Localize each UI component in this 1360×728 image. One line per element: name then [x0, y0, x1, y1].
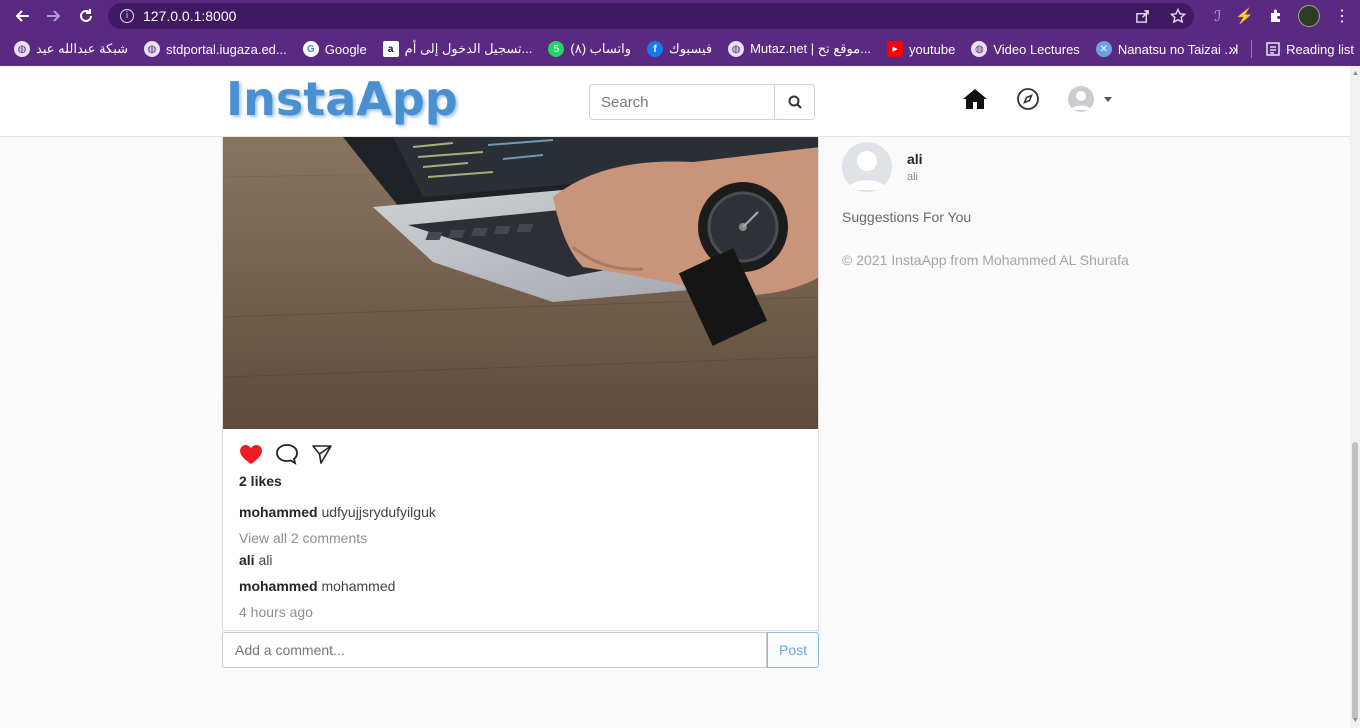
caption-username[interactable]: mohammed — [239, 504, 318, 520]
sidebar-profile[interactable]: ali ali — [842, 142, 923, 192]
suggestions-heading: Suggestions For You — [842, 209, 972, 225]
bookmark-item[interactable]: 5 (٨) واتساب — [540, 35, 639, 63]
bookmark-item[interactable]: ▶ youtube — [879, 35, 963, 63]
menu-dots-icon[interactable]: ⋮ — [1334, 6, 1350, 26]
arrow-left-icon — [15, 10, 29, 22]
reload-button[interactable] — [70, 0, 102, 32]
view-comments-link[interactable]: View all 2 comments — [239, 530, 367, 546]
post-image[interactable] — [222, 137, 819, 429]
search-icon — [788, 95, 802, 109]
bookmark-item[interactable]: ◍ Video Lectures — [963, 35, 1088, 63]
comment-item: ali ali — [239, 552, 272, 568]
back-button[interactable] — [6, 0, 38, 32]
reading-list-icon — [1266, 42, 1280, 56]
comment-form: Post — [222, 632, 819, 668]
scroll-up-icon[interactable]: ▲ — [1352, 70, 1359, 77]
google-icon: G — [302, 41, 319, 57]
amazon-icon: a — [382, 41, 399, 57]
bookmarks-bar: ◍ شبكة عبدالله عيد ◍ stdportal.iugaza.ed… — [0, 32, 1360, 66]
sidebar-handle: ali — [907, 171, 919, 183]
bookmark-item[interactable]: f فيسبوك — [639, 35, 720, 63]
post-comment-button[interactable]: Post — [767, 632, 819, 668]
bookmark-item[interactable]: G Google — [295, 35, 375, 63]
search-form — [589, 84, 815, 120]
divider — [1251, 40, 1253, 58]
reload-icon — [80, 9, 92, 22]
chevron-down-icon — [1104, 96, 1112, 102]
share-icon[interactable] — [1135, 9, 1150, 24]
user-icon — [847, 151, 887, 190]
post-timestamp: 4 hours ago — [239, 604, 313, 620]
extension-icon[interactable]: ℐ — [1214, 7, 1221, 25]
globe-icon: ◍ — [144, 41, 161, 57]
scroll-down-icon[interactable]: ▼ — [1352, 717, 1359, 724]
bookmark-item[interactable]: ✕ Nanatsu no Taizai ...l — [1088, 35, 1246, 63]
browser-toolbar: i 127.0.0.1:8000 ℐ ⚡ ⋮ — [0, 0, 1360, 32]
globe-icon: ◍ — [971, 41, 988, 57]
heart-icon[interactable] — [239, 443, 263, 465]
post-caption: mohammed udfyujjsrydufyilguk — [239, 504, 436, 520]
star-icon[interactable] — [1170, 8, 1186, 24]
scrollbar[interactable]: ▲ ▼ — [1350, 66, 1360, 728]
whatsapp-icon: 5 — [548, 41, 565, 57]
home-icon[interactable] — [962, 87, 988, 111]
extension-bolt-icon[interactable]: ⚡ — [1235, 7, 1254, 25]
app-navbar: InstaApp — [0, 66, 1350, 137]
caption-text: udfyujjsrydufyilguk — [321, 504, 436, 520]
globe-icon: ◍ — [14, 41, 30, 57]
comment-icon[interactable] — [275, 443, 299, 465]
bookmark-item[interactable]: ◍ شبكة عبدالله عيد — [6, 35, 136, 63]
post-actions — [239, 443, 333, 465]
comment-item: mohammed mohammed — [239, 578, 395, 594]
reading-list-button[interactable]: Reading list — [1266, 35, 1354, 63]
search-input[interactable] — [589, 84, 775, 120]
search-button[interactable] — [775, 84, 815, 120]
puzzle-icon[interactable] — [1268, 8, 1284, 24]
user-icon — [1071, 91, 1091, 110]
url-text: 127.0.0.1:8000 — [143, 8, 237, 24]
avatar — [842, 142, 892, 192]
anime-icon: ✕ — [1095, 41, 1112, 57]
sidebar-username[interactable]: ali — [907, 151, 923, 167]
comment-text: mohammed — [321, 578, 396, 594]
forward-button[interactable] — [38, 0, 70, 32]
nav-icon-group — [962, 86, 1112, 112]
arrow-right-icon — [47, 10, 61, 22]
bookmark-item[interactable]: ◍ stdportal.iugaza.ed... — [136, 35, 295, 63]
bookmarks-overflow-button[interactable]: » — [1229, 41, 1237, 58]
facebook-icon: f — [646, 41, 663, 57]
comment-text: ali — [258, 552, 273, 568]
profile-avatar-chrome[interactable] — [1298, 5, 1320, 27]
send-icon[interactable] — [311, 443, 333, 465]
post-card: 2 likes mohammed udfyujjsrydufyilguk Vie… — [222, 429, 819, 631]
likes-count[interactable]: 2 likes — [239, 473, 282, 489]
address-bar[interactable]: i 127.0.0.1:8000 — [108, 3, 1194, 29]
app-logo[interactable]: InstaApp — [226, 72, 458, 126]
avatar — [1068, 86, 1094, 112]
page-viewport: InstaApp Search 2 likes mohammed udfyujj… — [0, 66, 1350, 728]
info-icon[interactable]: i — [120, 9, 134, 23]
youtube-icon: ▶ — [887, 41, 904, 57]
globe-icon: ◍ — [728, 41, 745, 57]
compass-icon[interactable] — [1016, 87, 1040, 111]
bookmark-item[interactable]: ◍ Mutaz.net | موقع تح... — [720, 35, 879, 63]
comment-username[interactable]: mohammed — [239, 578, 318, 594]
copyright-text: © 2021 InstaApp from Mohammed AL Shurafa — [842, 252, 1129, 268]
bookmark-item[interactable]: a تسجيل الدخول إلى أم... — [375, 35, 541, 63]
comment-username[interactable]: ali — [239, 552, 255, 568]
comment-input[interactable] — [222, 632, 767, 668]
profile-menu[interactable] — [1068, 86, 1112, 112]
scrollbar-thumb[interactable] — [1352, 442, 1358, 720]
laptop-photo — [223, 137, 818, 429]
